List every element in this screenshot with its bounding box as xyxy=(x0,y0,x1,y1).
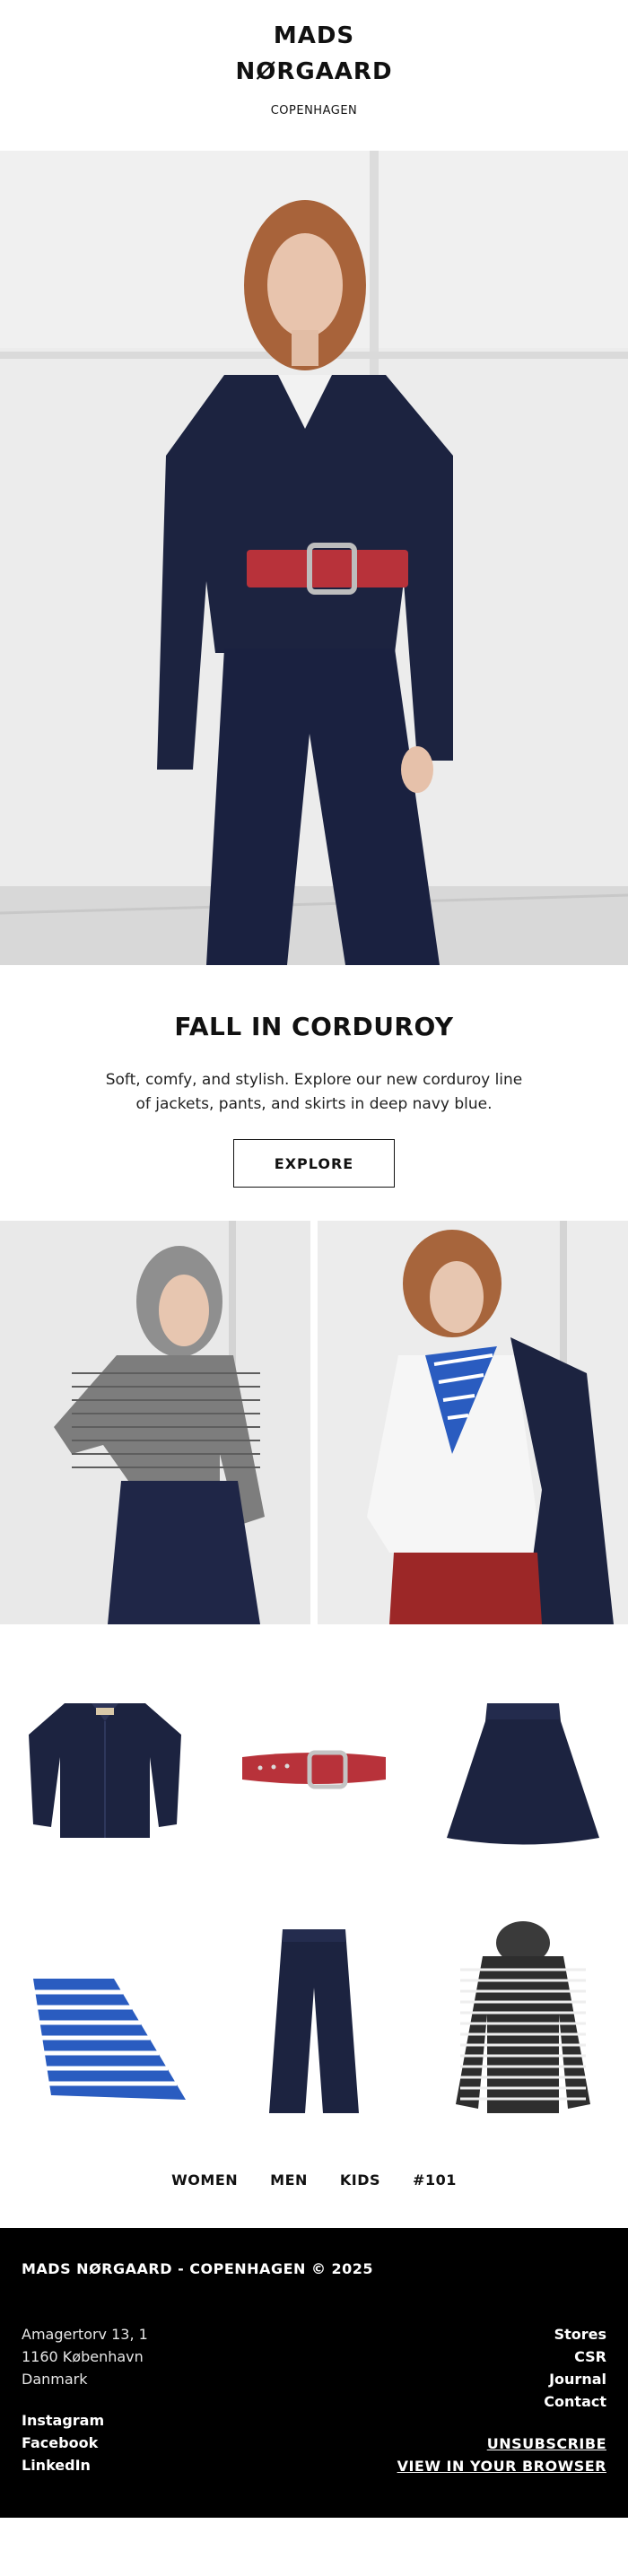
product-corduroy-pants[interactable] xyxy=(209,1898,418,2140)
journal-link[interactable]: Journal xyxy=(544,2368,606,2390)
contact-link[interactable]: Contact xyxy=(544,2390,606,2413)
product-corduroy-skirt[interactable] xyxy=(419,1642,628,1898)
brand-logo-subtitle: COPENHAGEN xyxy=(270,104,358,117)
address-line: 1160 København xyxy=(22,2348,144,2365)
footer-social-links: Instagram Facebook LinkedIn xyxy=(22,2409,104,2476)
nav-link-women[interactable]: WOMEN xyxy=(171,2171,238,2189)
hero-photo-corduroy-suit xyxy=(0,151,628,965)
email-footer: MADS NØRGAARD - COPENHAGEN © 2025 Amager… xyxy=(0,2228,628,2518)
category-nav: WOMEN MEN KIDS #101 xyxy=(0,2140,628,2228)
product-grid xyxy=(0,1624,628,2140)
linkedin-link[interactable]: LinkedIn xyxy=(22,2454,104,2476)
lookbook-image-striped-hoodie[interactable] xyxy=(0,1221,310,1624)
intro-section: FALL IN CORDUROY Soft, comfy, and stylis… xyxy=(0,965,628,1221)
address-line: Danmark xyxy=(22,2371,88,2388)
lookbook-image-striped-scarf[interactable] xyxy=(318,1221,628,1624)
nav-link-kids[interactable]: KIDS xyxy=(340,2171,380,2189)
footer-utility-links: UNSUBSCRIBE VIEW IN YOUR BROWSER xyxy=(397,2432,606,2477)
unsubscribe-link[interactable]: UNSUBSCRIBE xyxy=(397,2432,606,2455)
facebook-link[interactable]: Facebook xyxy=(22,2432,104,2454)
nav-link-101[interactable]: #101 xyxy=(413,2171,457,2189)
brand-logo-line1[interactable]: MADS xyxy=(274,18,354,54)
explore-button[interactable]: EXPLORE xyxy=(233,1139,395,1188)
lookbook-row xyxy=(0,1221,628,1624)
brand-logo-line2[interactable]: NØRGAARD xyxy=(235,54,392,90)
hero-image[interactable] xyxy=(0,151,628,965)
view-in-browser-link[interactable]: VIEW IN YOUR BROWSER xyxy=(397,2455,606,2477)
product-corduroy-jacket[interactable] xyxy=(0,1642,209,1898)
email-header: MADS NØRGAARD COPENHAGEN xyxy=(0,0,628,151)
product-striped-scarf[interactable] xyxy=(0,1898,209,2140)
instagram-link[interactable]: Instagram xyxy=(22,2409,104,2432)
product-red-belt[interactable] xyxy=(209,1642,418,1898)
product-striped-hoodie[interactable] xyxy=(419,1898,628,2140)
footer-address: Amagertorv 13, 1 1160 København Danmark xyxy=(22,2323,148,2390)
footer-copyright: MADS NØRGAARD - COPENHAGEN © 2025 xyxy=(22,2260,374,2277)
section-title: FALL IN CORDUROY xyxy=(174,1012,454,1041)
address-line: Amagertorv 13, 1 xyxy=(22,2326,148,2343)
intro-body-text: Soft, comfy, and stylish. Explore our ne… xyxy=(105,1071,523,1113)
footer-info-links: Stores CSR Journal Contact xyxy=(544,2323,606,2413)
stores-link[interactable]: Stores xyxy=(544,2323,606,2345)
nav-link-men[interactable]: MEN xyxy=(270,2171,308,2189)
csr-link[interactable]: CSR xyxy=(544,2345,606,2368)
